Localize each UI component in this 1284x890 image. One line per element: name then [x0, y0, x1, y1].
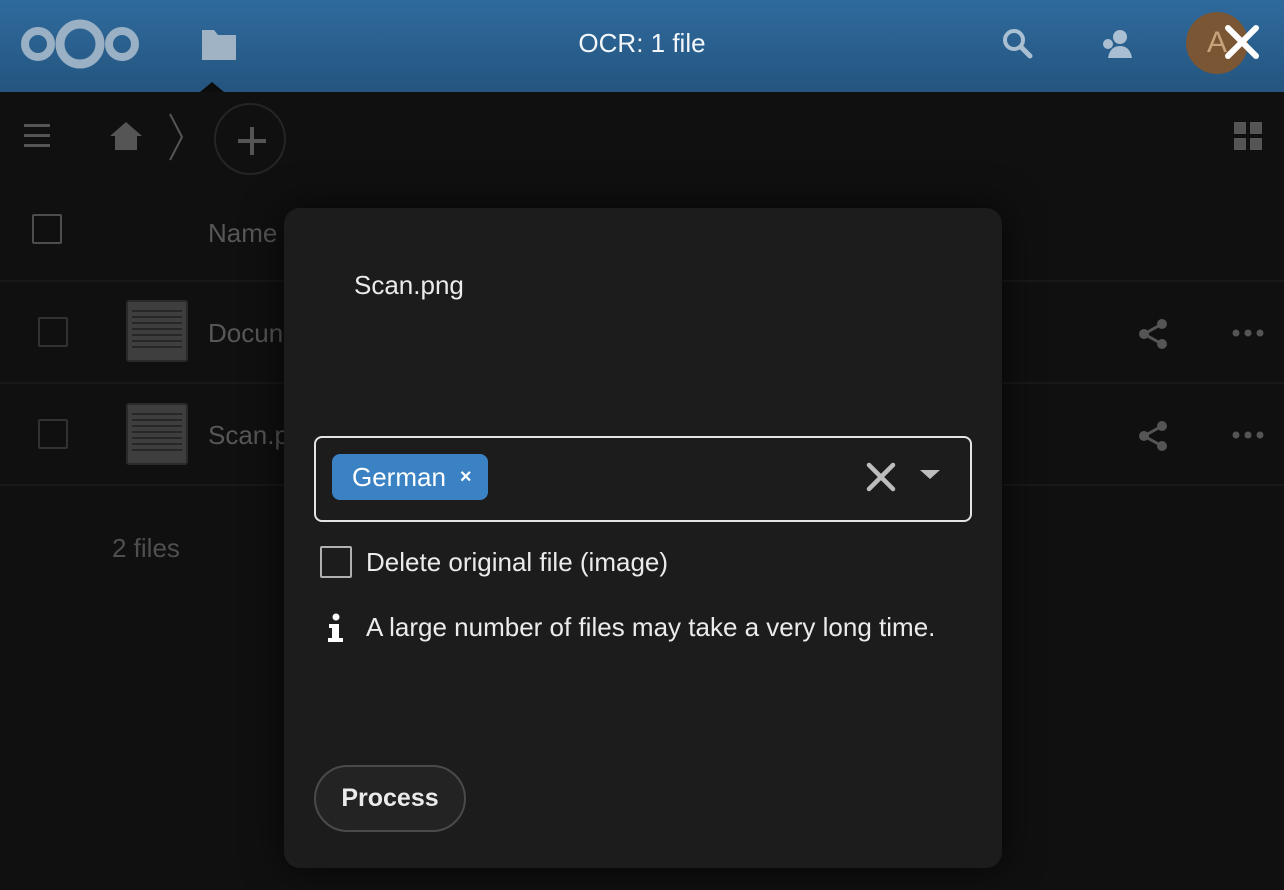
- search-icon[interactable]: [998, 24, 1038, 64]
- delete-original-label[interactable]: Delete original file (image): [366, 547, 668, 578]
- breadcrumb-chevron-icon: [169, 113, 184, 161]
- more-actions-icon[interactable]: [1232, 328, 1264, 338]
- chevron-down-icon[interactable]: [920, 470, 940, 479]
- plus-icon: [238, 127, 266, 155]
- file-name[interactable]: Scan.p: [208, 420, 289, 451]
- contacts-icon[interactable]: [1098, 24, 1138, 64]
- menu-icon[interactable]: [24, 122, 52, 150]
- new-file-button[interactable]: [214, 103, 286, 175]
- row-checkbox[interactable]: [38, 419, 68, 449]
- share-icon[interactable]: [1138, 318, 1170, 350]
- info-text: A large number of files may take a very …: [366, 612, 936, 642]
- language-tag-label: German: [352, 462, 446, 492]
- file-count-summary: 2 files: [112, 533, 180, 563]
- more-actions-icon[interactable]: [1232, 430, 1264, 440]
- active-app-indicator: [200, 82, 224, 92]
- file-thumbnail: [126, 300, 188, 362]
- process-button[interactable]: Process: [314, 765, 466, 832]
- language-tag: German ×: [332, 454, 488, 500]
- share-icon[interactable]: [1138, 420, 1170, 452]
- column-header-name[interactable]: Name: [208, 218, 277, 249]
- app-header: OCR: 1 file A: [0, 0, 1284, 92]
- file-thumbnail: [126, 403, 188, 465]
- file-name[interactable]: Docun: [208, 318, 283, 349]
- select-all-checkbox[interactable]: [32, 214, 62, 244]
- grid-view-icon[interactable]: [1234, 122, 1262, 150]
- delete-original-checkbox[interactable]: [320, 546, 352, 578]
- row-checkbox[interactable]: [38, 317, 68, 347]
- info-icon: [328, 613, 343, 642]
- page-title: OCR: 1 file: [578, 28, 706, 58]
- ocr-modal: Scan.png German × Delete original file (…: [284, 208, 1002, 868]
- delete-original-option[interactable]: Delete original file (image): [320, 546, 668, 578]
- tag-remove-icon[interactable]: ×: [460, 454, 472, 500]
- close-icon[interactable]: [1218, 18, 1266, 66]
- modal-file-name: Scan.png: [354, 270, 464, 300]
- language-select[interactable]: German ×: [314, 436, 972, 522]
- home-icon[interactable]: [108, 120, 144, 152]
- clear-selection-icon[interactable]: [864, 460, 898, 494]
- info-notice: A large number of files may take a very …: [326, 612, 935, 643]
